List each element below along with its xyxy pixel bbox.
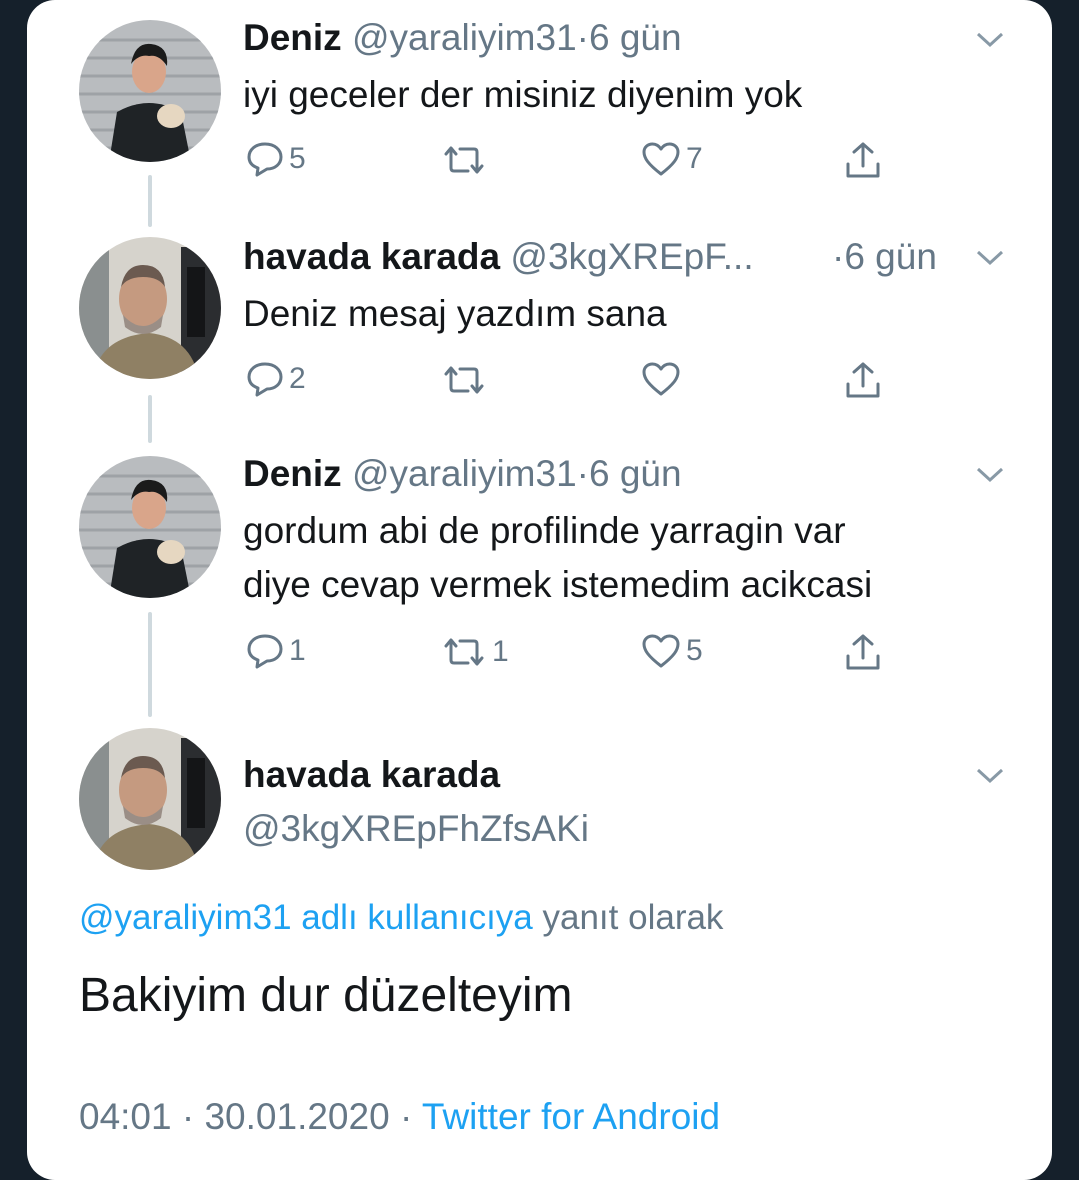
like-count: 5 (686, 634, 703, 667)
reply-icon (247, 362, 283, 397)
retweet-button[interactable]: 1 (440, 634, 509, 670)
avatar-havada-karada[interactable] (79, 237, 221, 379)
reply-to-link[interactable]: @yaraliyim31 adlı kullanıcıya (79, 898, 533, 937)
separator-dot: · (832, 236, 845, 277)
avatar-havada-karada[interactable] (79, 728, 221, 870)
display-name[interactable]: havada karada (243, 236, 500, 277)
display-name[interactable]: Deniz (243, 17, 342, 58)
chevron-down-icon[interactable] (975, 465, 1005, 485)
retweet-icon (444, 366, 484, 394)
tweet-header: Deniz @yaraliyim31·6 gün (243, 16, 682, 60)
reply-count: 2 (289, 362, 306, 395)
tweet-text: Deniz mesaj yazdım sana (243, 293, 667, 334)
reply-icon (247, 634, 283, 669)
thread-line (148, 395, 152, 443)
share-button[interactable] (842, 140, 884, 182)
like-icon (642, 362, 680, 396)
display-name[interactable]: havada karada (243, 754, 500, 795)
separator-dot: · (576, 453, 589, 494)
tweet-header: havada karada @3kgXREpF... (243, 235, 754, 279)
retweet-icon (444, 146, 484, 174)
reply-count: 1 (289, 634, 306, 667)
tweet-text-line: diye cevap vermek istemedim acikcasi (243, 564, 873, 605)
username[interactable]: @3kgXREpF... (510, 236, 753, 277)
tweet-date: 30.01.2020 (204, 1096, 390, 1137)
tweet-source-link[interactable]: Twitter for Android (422, 1096, 720, 1137)
username[interactable]: @3kgXREpFhZfsAKi (243, 808, 589, 849)
timestamp[interactable]: 6 gün (589, 453, 682, 494)
tweet-meta: 04:01 · 30.01.2020 · Twitter for Android (79, 1096, 720, 1138)
like-icon (642, 142, 680, 176)
share-button[interactable] (842, 360, 884, 402)
reply-button[interactable]: 1 (245, 632, 306, 670)
main-tweet-text: Bakiyim dur düzelteyim (79, 969, 573, 1022)
share-button[interactable] (842, 632, 884, 674)
main-display-name[interactable]: havada karada (243, 753, 500, 797)
avatar-deniz[interactable] (79, 20, 221, 162)
timestamp[interactable]: 6 gün (589, 17, 682, 58)
like-button[interactable] (640, 360, 686, 398)
username[interactable]: @yaraliyim31 (352, 17, 577, 58)
retweet-count: 1 (492, 635, 509, 668)
separator-dot: · (389, 1096, 422, 1137)
tweet-text-line: gordum abi de profilinde yarragin var (243, 510, 846, 551)
tweet-time: 04:01 (79, 1096, 172, 1137)
reply-to-suffix: yanıt olarak (532, 898, 724, 937)
reply-context: @yaraliyim31 adlı kullanıcıya yanıt olar… (79, 898, 723, 938)
share-icon (846, 634, 880, 670)
retweet-icon (444, 638, 484, 666)
reply-button[interactable]: 2 (245, 360, 306, 398)
reply-icon (247, 142, 283, 177)
thread-line (148, 175, 152, 227)
chevron-down-icon[interactable] (975, 30, 1005, 50)
like-count: 7 (686, 142, 703, 175)
chevron-down-icon[interactable] (975, 766, 1005, 786)
avatar-deniz[interactable] (79, 456, 221, 598)
like-icon (642, 634, 680, 668)
reply-count: 5 (289, 142, 306, 175)
share-icon (846, 362, 880, 398)
reply-button[interactable]: 5 (245, 140, 306, 178)
share-icon (846, 142, 880, 178)
separator-dot: · (576, 17, 589, 58)
username[interactable]: @yaraliyim31 (352, 453, 577, 494)
timestamp[interactable]: 6 gün (844, 236, 937, 277)
tweet-time: ·6 gün (832, 235, 937, 279)
tweet-text: iyi geceler der misiniz diyenim yok (243, 74, 803, 115)
chevron-down-icon[interactable] (975, 248, 1005, 268)
main-username[interactable]: @3kgXREpFhZfsAKi (243, 807, 589, 851)
like-button[interactable]: 5 (640, 632, 703, 670)
retweet-button[interactable] (440, 142, 492, 178)
retweet-button[interactable] (440, 362, 492, 398)
display-name[interactable]: Deniz (243, 453, 342, 494)
thread-line (148, 612, 152, 717)
like-button[interactable]: 7 (640, 140, 703, 178)
tweet-header: Deniz @yaraliyim31·6 gün (243, 452, 682, 496)
separator-dot: · (171, 1096, 205, 1137)
